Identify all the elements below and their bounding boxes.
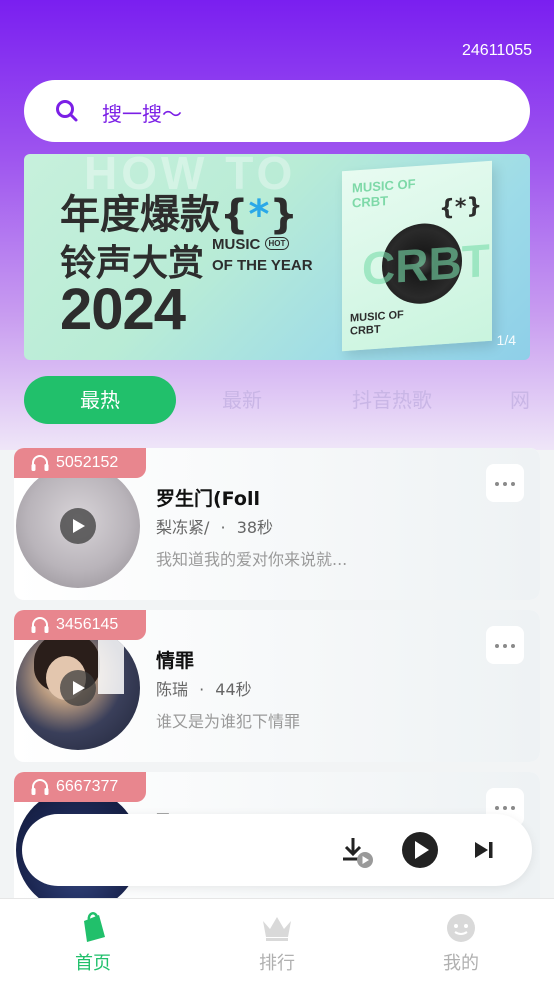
list-item[interactable]: 5052152 罗生门(Foll 梨冻紧/ · 38秒 我知道我的爱对你来说就.… [14, 448, 540, 600]
song-duration: 44秒 [215, 680, 252, 699]
banner-year: 2024 [60, 277, 186, 342]
banner-english: MUSIC HOT OF THE YEAR [212, 234, 313, 276]
face-icon [447, 914, 475, 942]
headphone-icon [31, 779, 49, 795]
tab-hottest[interactable]: 最热 [24, 376, 176, 424]
more-icon [495, 644, 499, 648]
nav-ranking[interactable]: 排行 [232, 909, 322, 975]
banner-en-music: MUSIC [212, 236, 261, 253]
song-meta: 梨冻紧/ · 38秒 [156, 514, 273, 538]
more-icon [495, 806, 499, 810]
mini-player[interactable] [22, 814, 532, 886]
album-tag-top: MUSIC OF CRBT [352, 176, 416, 211]
search-placeholder[interactable]: 搜一搜～ [102, 98, 182, 127]
banner-en-year: OF THE YEAR [212, 257, 313, 274]
promo-banner[interactable]: HOW TO 年度爆款{*} 铃声大赏 MUSIC HOT OF THE YEA… [24, 154, 530, 360]
nav-home-label: 首页 [75, 953, 111, 974]
play-count-badge: 3456145 [14, 610, 146, 640]
crown-icon [263, 917, 291, 941]
nav-ranking-label: 排行 [259, 953, 295, 974]
nav-profile-label: 我的 [443, 953, 479, 974]
song-title[interactable]: 情罪 [156, 646, 194, 673]
play-count: 3456145 [56, 616, 119, 633]
next-track-icon[interactable] [472, 838, 496, 862]
song-cover[interactable] [16, 464, 140, 588]
song-cover[interactable] [16, 626, 140, 750]
song-meta: 陈瑞 · 44秒 [156, 676, 252, 700]
play-count-badge: 5052152 [14, 448, 146, 478]
tab-newest[interactable]: 最新 [200, 376, 284, 424]
banner-headline: 年度爆款{*} [60, 182, 298, 240]
search-icon [56, 100, 78, 122]
song-artist: 陈瑞 [156, 680, 189, 699]
shopping-bag-icon [84, 912, 105, 942]
meta-dot: · [220, 518, 226, 537]
headphone-icon [31, 617, 49, 633]
play-icon[interactable] [60, 670, 96, 706]
tab-more[interactable]: 网 [510, 376, 554, 424]
banner-headline-text: 年度爆款{ [60, 192, 249, 238]
list-item[interactable]: 3456145 情罪 陈瑞 · 44秒 谁又是为谁犯下情罪 [14, 610, 540, 762]
hot-badge: HOT [264, 237, 290, 250]
tab-douyin-hot[interactable]: 抖音热歌 [334, 376, 450, 424]
more-icon [495, 482, 499, 486]
song-artist: 梨冻紧/ [156, 518, 210, 537]
play-count: 5052152 [56, 454, 119, 471]
more-options-button[interactable] [486, 464, 524, 502]
song-lyric: 谁又是为谁犯下情罪 [156, 712, 301, 731]
banner-brace-close: } [269, 192, 298, 238]
song-title[interactable]: 罗生门(Foll [156, 484, 260, 511]
nav-home[interactable]: 首页 [48, 909, 138, 975]
download-icon[interactable] [340, 834, 376, 870]
banner-page-indicator: 1/4 [496, 332, 516, 348]
nav-profile[interactable]: 我的 [416, 909, 506, 975]
album-brace: {*} [439, 193, 482, 222]
bottom-navigation: 首页 排行 我的 [0, 898, 554, 984]
album-crbt-text: CRBT [362, 233, 490, 295]
play-icon[interactable] [60, 508, 96, 544]
search-bar[interactable]: 搜一搜～ [24, 80, 530, 142]
play-count-badge: 6667377 [14, 772, 146, 802]
play-count: 6667377 [56, 778, 119, 795]
more-options-button[interactable] [486, 626, 524, 664]
song-lyric: 我知道我的爱对你来说就... [156, 550, 348, 569]
song-duration: 38秒 [236, 518, 274, 537]
album-tag-bottom: MUSIC OF CRBT [350, 308, 404, 338]
meta-dot: · [199, 680, 205, 699]
headphone-icon [31, 455, 49, 471]
play-button[interactable] [400, 830, 440, 870]
banner-star: * [248, 192, 270, 238]
category-tabs: 最热 最新 抖音热歌 网 [0, 372, 554, 428]
user-id: 24611055 [462, 42, 532, 59]
album-art: MUSIC OF CRBT {*} CRBT MUSIC OF CRBT [342, 160, 492, 352]
